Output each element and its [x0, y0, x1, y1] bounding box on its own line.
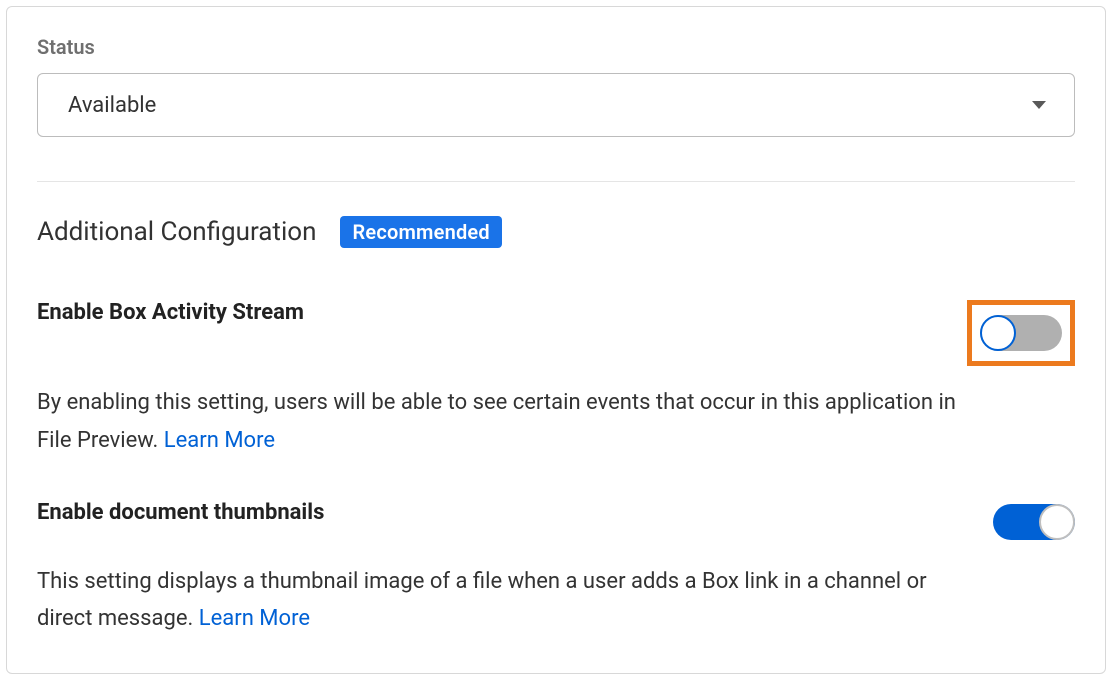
recommended-badge: Recommended: [340, 216, 501, 248]
status-label: Status: [37, 35, 1075, 59]
toggle-knob: [1039, 504, 1075, 540]
document-thumbnails-toggle[interactable]: [993, 504, 1075, 540]
activity-stream-toggle[interactable]: [980, 315, 1062, 351]
status-select[interactable]: Available: [37, 73, 1075, 137]
setting-title: Enable document thumbnails: [37, 500, 324, 525]
settings-panel: Status Available Additional Configuratio…: [6, 6, 1106, 674]
toggle-knob: [980, 315, 1016, 351]
caret-down-icon: [1032, 101, 1046, 109]
setting-title: Enable Box Activity Stream: [37, 300, 304, 325]
section-title: Additional Configuration: [37, 217, 316, 247]
setting-description: By enabling this setting, users will be …: [37, 384, 957, 460]
toggle-container: [993, 500, 1075, 540]
setting-document-thumbnails: Enable document thumbnails This setting …: [37, 500, 1075, 639]
section-divider: [37, 181, 1075, 182]
learn-more-link[interactable]: Learn More: [199, 606, 310, 631]
section-header: Additional Configuration Recommended: [37, 216, 1075, 248]
setting-description: This setting displays a thumbnail image …: [37, 563, 957, 639]
toggle-highlight-box: [967, 300, 1075, 366]
status-section: Status Available: [37, 35, 1075, 137]
learn-more-link[interactable]: Learn More: [164, 428, 275, 453]
status-select-value: Available: [68, 93, 156, 118]
setting-activity-stream: Enable Box Activity Stream By enabling t…: [37, 300, 1075, 460]
setting-desc-text: This setting displays a thumbnail image …: [37, 569, 927, 632]
